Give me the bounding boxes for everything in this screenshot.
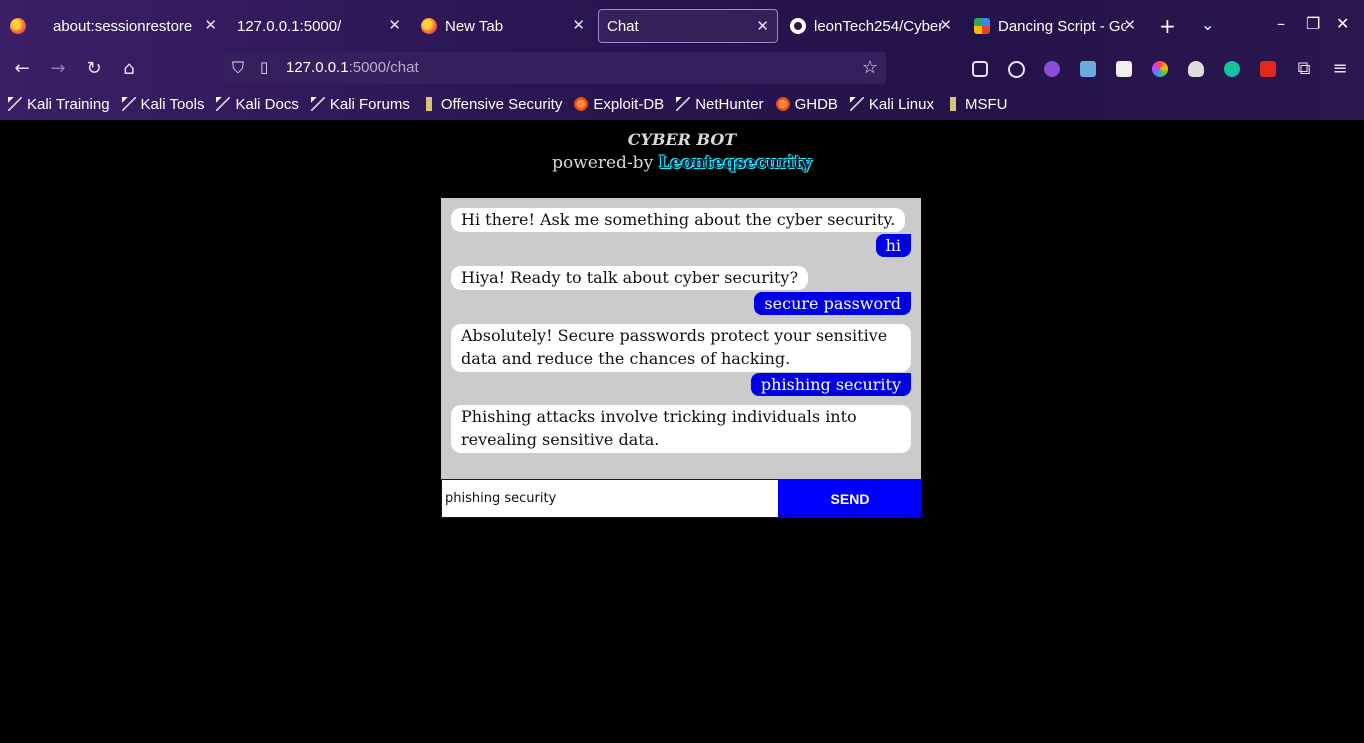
- kali-dragon-icon: [849, 97, 864, 111]
- reload-icon[interactable]: ↻: [83, 58, 105, 79]
- bot-message: Hiya! Ready to talk about cyber security…: [451, 266, 809, 290]
- bookmark-exploit-db[interactable]: Exploit-DB: [574, 96, 664, 113]
- grammarly-icon[interactable]: [1224, 61, 1240, 77]
- bot-message: Phishing attacks involve tricking indivi…: [451, 405, 911, 453]
- tab-github[interactable]: leonTech254/Cyber ✕: [782, 9, 960, 43]
- navigation-bar: ← → ↻ ⌂ ⛉ ▯ 127.0.0.1:5000/chat ☆ ⧉ ≡: [0, 52, 1364, 86]
- bookmark-kali-linux[interactable]: Kali Linux: [849, 95, 934, 113]
- bookmarks-toolbar: Kali Training Kali Tools Kali Docs Kali …: [0, 90, 1364, 118]
- youtube-icon[interactable]: [1260, 61, 1276, 77]
- home-icon[interactable]: ⌂: [118, 58, 140, 79]
- page-content: CYBER BOT powered-by Leonteqsecurity Hi …: [0, 120, 1364, 743]
- page-subtitle: powered-by Leonteqsecurity: [0, 153, 1364, 173]
- bookmark-label: NetHunter: [695, 95, 764, 113]
- extension-wind-icon[interactable]: [1080, 61, 1096, 77]
- tab-google-fonts[interactable]: Dancing Script - Go ✕: [966, 9, 1144, 43]
- page-title: CYBER BOT: [627, 130, 737, 149]
- tab-title: about:sessionrestore: [53, 17, 193, 35]
- menu-icon[interactable]: ≡: [1329, 58, 1351, 79]
- close-icon[interactable]: ✕: [572, 16, 585, 34]
- tab-chat[interactable]: Chat ✕: [598, 9, 778, 43]
- github-icon: [790, 18, 806, 34]
- tab-new-tab[interactable]: New Tab ✕: [413, 9, 593, 43]
- kali-dragon-icon: [121, 97, 136, 111]
- url-text: 127.0.0.1:5000/chat: [286, 59, 419, 76]
- pocket-icon[interactable]: [972, 61, 988, 77]
- bookmark-label: Kali Training: [27, 95, 110, 113]
- user-message: phishing security: [750, 373, 911, 396]
- google-fonts-icon: [974, 18, 990, 34]
- close-icon[interactable]: ✕: [756, 17, 769, 35]
- message-composer: SEND: [441, 479, 921, 518]
- extension-note-icon[interactable]: [1116, 61, 1132, 77]
- tab-title: 127.0.0.1:5000/: [237, 17, 342, 35]
- bookmark-label: Kali Linux: [868, 95, 934, 113]
- close-icon[interactable]: ✕: [388, 16, 401, 34]
- minimize-icon[interactable]: –: [1277, 14, 1285, 33]
- bookmark-label: Kali Forums: [329, 95, 410, 113]
- exploitdb-icon: [775, 97, 790, 111]
- extension-color-icon[interactable]: [1152, 61, 1168, 77]
- tab-session-restore[interactable]: about:sessionrestore ✕: [45, 9, 225, 43]
- url-host: 127.0.0.1: [286, 59, 349, 76]
- offsec-icon: [421, 97, 436, 111]
- url-path: :5000/chat: [348, 59, 419, 76]
- close-icon[interactable]: ✕: [204, 16, 217, 34]
- tab-title: leonTech254/Cyber: [814, 17, 942, 35]
- browser-chrome: about:sessionrestore ✕ 127.0.0.1:5000/ ✕…: [0, 0, 1364, 120]
- bookmark-label: Kali Tools: [140, 95, 205, 113]
- bookmark-label: Kali Docs: [235, 95, 299, 113]
- user-message: hi: [875, 234, 911, 257]
- bookmark-ghdb[interactable]: GHDB: [775, 95, 838, 113]
- back-icon[interactable]: ←: [11, 58, 33, 79]
- bookmark-kali-training[interactable]: Kali Training: [8, 96, 110, 113]
- close-icon[interactable]: ✕: [939, 16, 952, 34]
- restore-icon[interactable]: ❐: [1306, 14, 1320, 33]
- bookmark-label: MSFU: [964, 95, 1008, 113]
- bookmark-nethunter[interactable]: NetHunter: [676, 95, 764, 113]
- offsec-icon: [945, 97, 960, 111]
- bot-message: Hi there! Ask me something about the cyb…: [451, 208, 906, 232]
- bookmark-offensive-security[interactable]: Offensive Security: [421, 95, 563, 113]
- kali-dragon-icon: [310, 97, 325, 111]
- kali-dragon-icon: [8, 97, 22, 111]
- brand-name: Leonteqsecurity: [658, 153, 812, 173]
- tab-bar: about:sessionrestore ✕ 127.0.0.1:5000/ ✕…: [0, 0, 1364, 52]
- bookmark-label: Exploit-DB: [593, 95, 665, 113]
- timer-icon[interactable]: [1008, 61, 1025, 78]
- page-icon[interactable]: ▯: [260, 58, 268, 76]
- bookmark-msfu[interactable]: MSFU: [945, 95, 1008, 113]
- send-button[interactable]: SEND: [779, 479, 921, 518]
- tab-title: Dancing Script - Go: [998, 17, 1126, 35]
- bookmark-label: Offensive Security: [440, 95, 563, 113]
- tab-title: New Tab: [445, 17, 504, 35]
- kali-dragon-icon: [216, 97, 231, 111]
- close-window-icon[interactable]: ✕: [1336, 14, 1349, 33]
- bookmark-star-icon[interactable]: ☆: [862, 57, 878, 78]
- extensions-icon[interactable]: ⧉: [1293, 58, 1315, 79]
- bookmark-kali-forums[interactable]: Kali Forums: [310, 95, 410, 113]
- new-tab-icon[interactable]: +: [1159, 14, 1176, 38]
- tab-title: Chat: [607, 17, 639, 35]
- bookmark-kali-docs[interactable]: Kali Docs: [216, 95, 299, 113]
- user-message: secure password: [754, 292, 911, 315]
- firefox-icon: [421, 18, 437, 34]
- bot-message: Absolutely! Secure passwords protect you…: [451, 324, 911, 372]
- chat-window[interactable]: Hi there! Ask me something about the cyb…: [441, 198, 921, 479]
- extension-m-icon[interactable]: [1044, 61, 1060, 77]
- tab-localhost[interactable]: 127.0.0.1:5000/ ✕: [229, 9, 409, 43]
- address-bar[interactable]: ⛉ ▯ 127.0.0.1:5000/chat ☆: [224, 52, 886, 84]
- bookmark-kali-tools[interactable]: Kali Tools: [121, 95, 205, 113]
- extension-gnome-icon[interactable]: [1188, 61, 1204, 77]
- exploitdb-icon: [574, 97, 589, 111]
- tab-list-chevron-icon[interactable]: ⌄: [1201, 15, 1214, 34]
- message-input[interactable]: [441, 479, 779, 518]
- forward-icon[interactable]: →: [47, 58, 69, 79]
- bookmark-label: GHDB: [794, 95, 838, 113]
- shield-icon[interactable]: ⛉: [232, 58, 244, 78]
- kali-dragon-icon: [676, 97, 691, 111]
- subtitle-prefix: powered-by: [552, 153, 659, 173]
- firefox-menu-icon[interactable]: [10, 18, 26, 34]
- close-icon[interactable]: ✕: [1123, 16, 1136, 34]
